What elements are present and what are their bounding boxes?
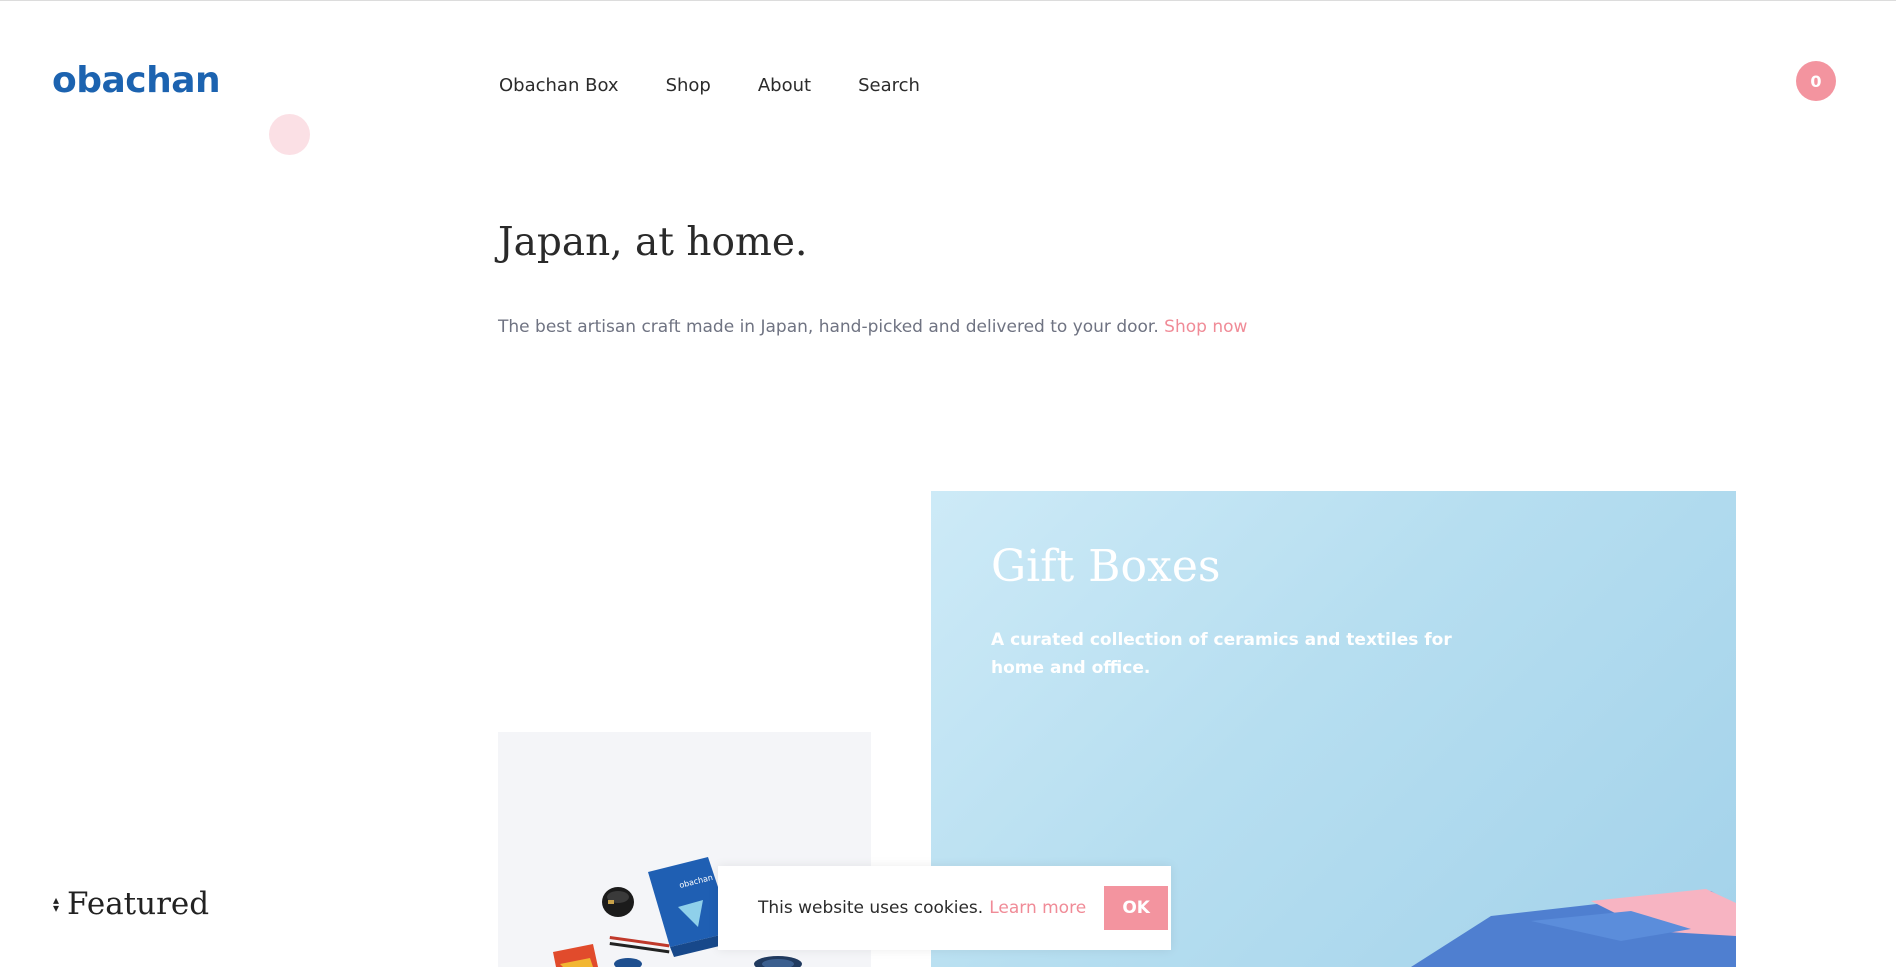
featured-label: Featured <box>67 886 210 922</box>
hero-title: Japan, at home. <box>498 220 808 265</box>
cookie-ok-button[interactable]: OK <box>1104 886 1169 930</box>
sort-arrows-icon: ▴ ▾ <box>53 893 60 915</box>
gift-boxes-description: A curated collection of ceramics and tex… <box>991 630 1452 678</box>
main-nav: Obachan Box Shop About Search <box>499 75 967 96</box>
hero-subtitle-text: The best artisan craft made in Japan, ha… <box>498 317 1159 337</box>
learn-more-link[interactable]: Learn more <box>989 898 1086 918</box>
cookie-message: This website uses cookies. <box>758 898 984 918</box>
hero-subtitle: The best artisan craft made in Japan, ha… <box>498 317 1247 337</box>
gift-boxes-title: Gift Boxes <box>991 541 1221 592</box>
nav-search[interactable]: Search <box>858 75 920 96</box>
decorative-dot <box>269 114 310 155</box>
top-border <box>0 0 1896 1</box>
featured-section-header[interactable]: ▴ ▾ Featured <box>53 886 209 922</box>
nav-shop[interactable]: Shop <box>666 75 711 96</box>
cookie-banner: This website uses cookies. Learn more OK <box>718 866 1171 950</box>
logo[interactable]: obachan <box>52 60 221 101</box>
shop-now-link[interactable]: Shop now <box>1164 317 1247 337</box>
cart-button[interactable]: 0 <box>1796 61 1836 101</box>
cart-count: 0 <box>1810 71 1822 91</box>
nav-obachan-box[interactable]: Obachan Box <box>499 75 619 96</box>
nav-about[interactable]: About <box>758 75 811 96</box>
